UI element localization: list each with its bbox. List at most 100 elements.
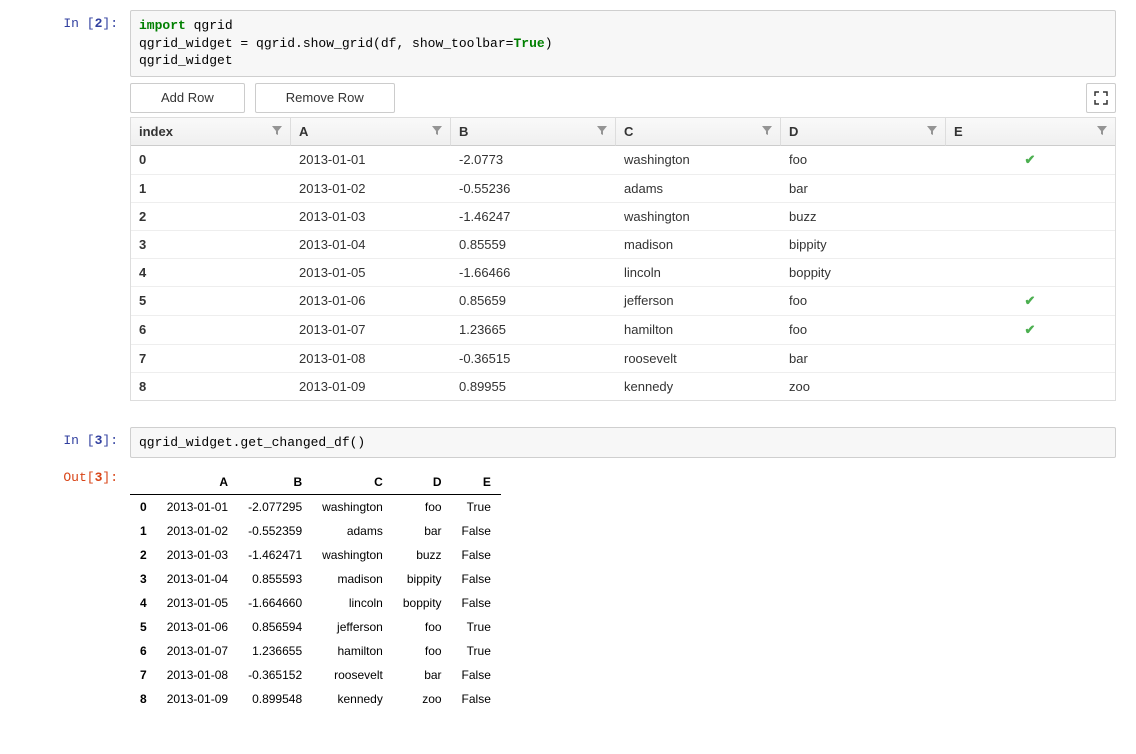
table-cell[interactable]: 2013-01-02 — [291, 175, 451, 202]
df-col-header: D — [393, 470, 452, 495]
col-c[interactable]: C — [616, 118, 781, 146]
table-cell[interactable]: buzz — [781, 203, 946, 230]
table-cell[interactable]: -1.46247 — [451, 203, 616, 230]
remove-row-button[interactable]: Remove Row — [255, 83, 395, 113]
filter-icon[interactable] — [432, 124, 442, 139]
filter-icon[interactable] — [1097, 124, 1107, 139]
in-prompt-3: In [3]: — [20, 427, 130, 459]
table-cell[interactable]: adams — [616, 175, 781, 202]
table-cell[interactable]: foo — [781, 146, 946, 174]
table-cell-e[interactable] — [946, 203, 1115, 230]
grid-header: index A B C D E — [131, 118, 1115, 146]
filter-icon[interactable] — [762, 124, 772, 139]
df-header-row: ABCDE — [130, 470, 501, 495]
table-cell[interactable]: 0.89955 — [451, 373, 616, 400]
table-cell[interactable]: kennedy — [616, 373, 781, 400]
df-cell: 0.899548 — [238, 687, 312, 711]
table-cell[interactable]: jefferson — [616, 287, 781, 315]
code-cell-3: In [3]: qgrid_widget.get_changed_df() — [20, 427, 1116, 459]
table-cell[interactable]: bar — [781, 175, 946, 202]
table-cell[interactable]: 2013-01-05 — [291, 259, 451, 286]
table-row[interactable]: 82013-01-090.89955kennedyzoo — [131, 373, 1115, 400]
table-cell[interactable]: -1.66466 — [451, 259, 616, 286]
table-cell[interactable]: 2013-01-07 — [291, 316, 451, 344]
df-cell: False — [452, 519, 501, 543]
df-row: 62013-01-071.236655hamiltonfooTrue — [130, 639, 501, 663]
table-cell-e[interactable] — [946, 345, 1115, 372]
col-b[interactable]: B — [451, 118, 616, 146]
col-label: B — [459, 124, 468, 139]
add-row-button[interactable]: Add Row — [130, 83, 245, 113]
col-index[interactable]: index — [131, 118, 291, 146]
table-cell[interactable]: 0 — [131, 146, 291, 174]
table-cell-e[interactable]: ✔ — [946, 146, 1115, 174]
table-cell[interactable]: boppity — [781, 259, 946, 286]
table-cell[interactable]: 2013-01-04 — [291, 231, 451, 258]
table-row[interactable]: 02013-01-01-2.0773washingtonfoo ✔ — [131, 146, 1115, 175]
check-icon: ✔ — [1025, 152, 1036, 167]
table-cell[interactable]: bar — [781, 345, 946, 372]
table-cell[interactable]: 7 — [131, 345, 291, 372]
df-cell: 2013-01-01 — [157, 495, 238, 520]
table-cell[interactable]: washington — [616, 146, 781, 174]
qgrid-table[interactable]: index A B C D E 02013-01-01-2.0773washin… — [130, 117, 1116, 401]
table-cell-e[interactable]: ✔ — [946, 316, 1115, 344]
table-cell[interactable]: 2013-01-03 — [291, 203, 451, 230]
col-d[interactable]: D — [781, 118, 946, 146]
prompt-close: ]: — [102, 16, 118, 31]
filter-icon[interactable] — [272, 124, 282, 139]
code-input-2[interactable]: import qgrid qgrid_widget = qgrid.show_g… — [130, 10, 1116, 77]
df-col-header: A — [157, 470, 238, 495]
code-line2a: qgrid_widget = qgrid.show_grid(df, show_… — [139, 36, 513, 51]
table-cell[interactable]: foo — [781, 287, 946, 315]
df-cell: kennedy — [312, 687, 393, 711]
table-cell[interactable]: 6 — [131, 316, 291, 344]
filter-icon[interactable] — [597, 124, 607, 139]
table-row[interactable]: 62013-01-071.23665hamiltonfoo✔ — [131, 316, 1115, 345]
table-cell[interactable]: 5 — [131, 287, 291, 315]
col-e[interactable]: E — [946, 118, 1115, 146]
table-cell-e[interactable]: ✔ — [946, 287, 1115, 315]
table-cell[interactable]: 8 — [131, 373, 291, 400]
table-cell-e[interactable] — [946, 373, 1115, 400]
table-cell[interactable]: lincoln — [616, 259, 781, 286]
table-cell[interactable]: -0.36515 — [451, 345, 616, 372]
df-index: 4 — [130, 591, 157, 615]
table-cell[interactable]: roosevelt — [616, 345, 781, 372]
table-row[interactable]: 52013-01-060.85659jeffersonfoo✔ — [131, 287, 1115, 316]
table-cell[interactable]: hamilton — [616, 316, 781, 344]
table-cell[interactable]: 4 — [131, 259, 291, 286]
col-a[interactable]: A — [291, 118, 451, 146]
code-input-3[interactable]: qgrid_widget.get_changed_df() — [130, 427, 1116, 459]
table-cell[interactable]: zoo — [781, 373, 946, 400]
table-cell[interactable]: 2013-01-09 — [291, 373, 451, 400]
table-row[interactable]: 22013-01-03-1.46247washingtonbuzz — [131, 203, 1115, 231]
df-index: 7 — [130, 663, 157, 687]
table-row[interactable]: 12013-01-02-0.55236adamsbar — [131, 175, 1115, 203]
table-cell-e[interactable] — [946, 259, 1115, 286]
filter-icon[interactable] — [927, 124, 937, 139]
table-cell[interactable]: 0.85559 — [451, 231, 616, 258]
table-row[interactable]: 72013-01-08-0.36515rooseveltbar — [131, 345, 1115, 373]
table-cell[interactable]: 1.23665 — [451, 316, 616, 344]
table-cell[interactable]: madison — [616, 231, 781, 258]
table-cell[interactable]: -0.55236 — [451, 175, 616, 202]
fullscreen-button[interactable] — [1086, 83, 1116, 113]
table-cell[interactable]: foo — [781, 316, 946, 344]
table-cell[interactable]: 2 — [131, 203, 291, 230]
in-prompt-2: In [2]: — [20, 10, 130, 77]
table-cell-e[interactable] — [946, 231, 1115, 258]
table-cell-e[interactable] — [946, 175, 1115, 202]
table-cell[interactable]: 1 — [131, 175, 291, 202]
table-cell[interactable]: -2.0773 — [451, 146, 616, 174]
table-cell[interactable]: bippity — [781, 231, 946, 258]
table-cell[interactable]: 2013-01-08 — [291, 345, 451, 372]
table-cell[interactable]: 0.85659 — [451, 287, 616, 315]
table-cell[interactable]: washington — [616, 203, 781, 230]
table-cell[interactable]: 2013-01-01 — [291, 146, 451, 174]
table-cell[interactable]: 3 — [131, 231, 291, 258]
df-row: 02013-01-01-2.077295washingtonfooTrue — [130, 495, 501, 520]
table-cell[interactable]: 2013-01-06 — [291, 287, 451, 315]
table-row[interactable]: 32013-01-040.85559madisonbippity — [131, 231, 1115, 259]
table-row[interactable]: 42013-01-05-1.66466lincolnboppity — [131, 259, 1115, 287]
